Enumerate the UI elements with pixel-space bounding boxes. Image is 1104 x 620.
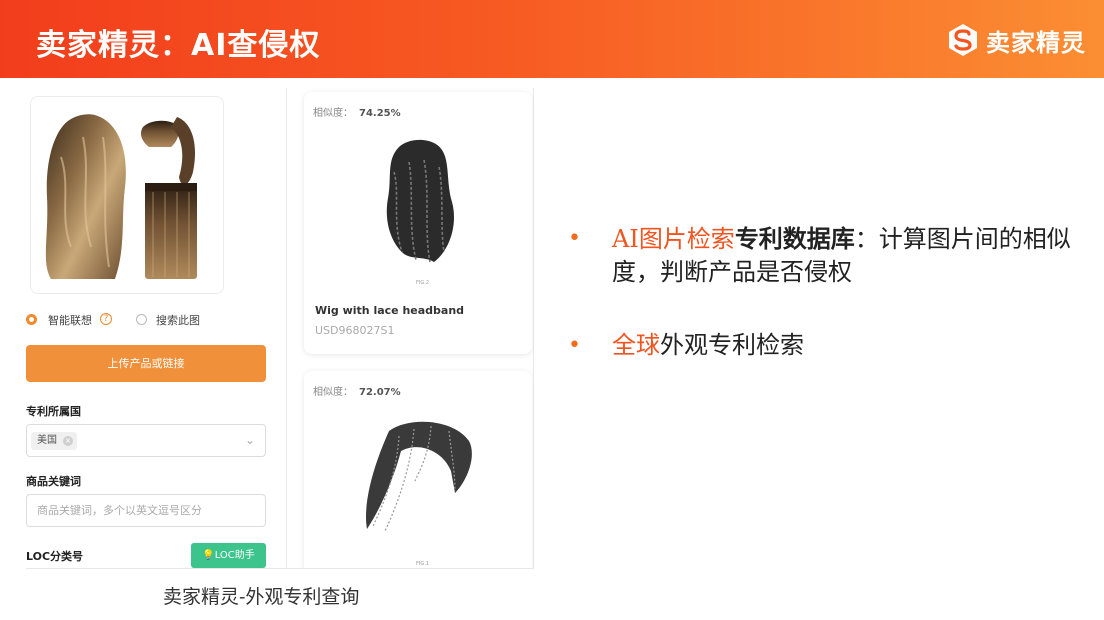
close-icon[interactable]: × [63, 436, 73, 446]
keyword-input[interactable]: 商品关键词，多个以英文逗号区分 [26, 494, 266, 527]
patent-drawing-wig [386, 139, 454, 263]
similarity-text: 相似度： 74.25% [313, 104, 401, 119]
similarity-label: 相似度： [313, 108, 353, 119]
radio-smart-association[interactable] [26, 314, 37, 325]
app-screenshot: 智能联想 ? 搜索此图 上传产品或链接 专利所属国 美国 × ⌄ 商品关键词 商… [26, 88, 534, 569]
patent-country-select[interactable]: 美国 × ⌄ [26, 424, 266, 457]
loc-assistant-label: LOC助手 [214, 550, 255, 561]
help-icon[interactable]: ? [100, 313, 112, 325]
radio-search-this-image[interactable] [136, 314, 147, 325]
bullet-text: 外观专利检索 [660, 331, 804, 359]
loc-label: LOC分类号 [26, 550, 84, 563]
radio-smart-label[interactable]: 智能联想 [48, 312, 92, 328]
country-tag-label: 美国 [37, 435, 57, 446]
screenshot-caption: 卖家精灵-外观专利查询 [163, 586, 360, 608]
brand-logo-icon [949, 24, 977, 56]
chevron-down-icon[interactable]: ⌄ [245, 433, 255, 447]
result-card[interactable]: 相似度： 74.25% FIG.2 Wig with lace headband … [304, 92, 532, 354]
similarity-value: 74.25% [359, 108, 401, 119]
figure-caption: FIG.1 [416, 561, 429, 567]
hair-extension-image [45, 114, 197, 279]
header-bar: 卖家精灵：AI查侵权 卖家精灵 [0, 0, 1104, 78]
loc-assistant-button[interactable]: 💡LOC助手 [191, 543, 266, 568]
search-mode-group: 智能联想 ? 搜索此图 [26, 312, 276, 328]
bullet-highlight: AI图片检索 [612, 225, 735, 253]
search-form: 智能联想 ? 搜索此图 上传产品或链接 专利所属国 美国 × ⌄ 商品关键词 商… [26, 88, 276, 568]
bullet-list: • AI图片检索专利数据库：计算图片间的相似度，判断产品是否侵权 • 全球外观专利检… [568, 222, 1088, 362]
uploaded-product-image[interactable] [30, 96, 224, 294]
bullet-dot: • [568, 226, 581, 251]
lightbulb-icon: 💡 [202, 550, 215, 561]
result-patent-id: USD968027S1 [315, 324, 395, 337]
result-title: Wig with lace headband [315, 304, 465, 317]
bullet-dot: • [568, 333, 581, 358]
bullet-highlight: 全球 [612, 331, 660, 359]
column-divider [286, 88, 287, 568]
similarity-text: 相似度： 72.07% [313, 383, 401, 398]
radio-search-image-label[interactable]: 搜索此图 [156, 312, 200, 328]
brand: 卖家精灵 [946, 20, 1086, 60]
country-tag: 美国 × [31, 432, 77, 450]
page-title: 卖家精灵：AI查侵权 [36, 28, 321, 63]
brand-name: 卖家精灵 [986, 28, 1086, 57]
bullet-item: • 全球外观专利检索 [568, 329, 1088, 362]
bullet-bold: 专利数据库 [734, 224, 855, 253]
patent-country-label: 专利所属国 [26, 405, 81, 418]
similarity-label: 相似度： [313, 387, 353, 398]
bullet-item: • AI图片检索专利数据库：计算图片间的相似度，判断产品是否侵权 [568, 222, 1088, 289]
figure-caption: FIG.2 [416, 280, 429, 286]
patent-drawing-hairpiece [365, 421, 472, 532]
result-card[interactable]: 相似度： 72.07% FIG.1 [304, 371, 532, 568]
upload-product-button[interactable]: 上传产品或链接 [26, 345, 266, 382]
keyword-label: 商品关键词 [26, 475, 81, 488]
similarity-value: 72.07% [359, 387, 401, 398]
